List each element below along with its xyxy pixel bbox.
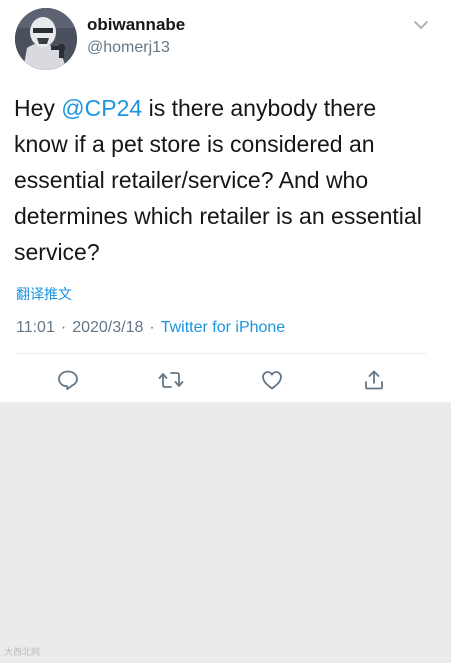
- tweet-metadata: 11:01 · 2020/3/18 · Twitter for iPhone: [16, 319, 285, 337]
- tweet-text: Hey @CP24 is there anybody there know if…: [14, 90, 434, 270]
- stormtrooper-avatar-image: [15, 8, 77, 70]
- retweet-icon: [158, 372, 184, 388]
- user-handle[interactable]: @homerj13: [87, 39, 170, 57]
- avatar[interactable]: [15, 8, 77, 70]
- tweet-text-start: Hey: [14, 95, 62, 121]
- chevron-down-icon[interactable]: [412, 18, 430, 32]
- tweet-card: obiwannabe @homerj13 Hey @CP24 is there …: [0, 0, 451, 402]
- separator-dot: ·: [60, 319, 67, 336]
- share-button[interactable]: [360, 367, 388, 393]
- reply-button[interactable]: [54, 367, 82, 393]
- display-name[interactable]: obiwannabe: [87, 15, 185, 35]
- like-icon: [262, 371, 282, 390]
- retweet-button[interactable]: [157, 367, 185, 393]
- like-button[interactable]: [258, 367, 286, 393]
- divider: [16, 353, 426, 354]
- separator-dot: ·: [149, 319, 155, 336]
- tweet-time: 11:01: [16, 319, 55, 336]
- tweet-source-link[interactable]: Twitter for iPhone: [161, 319, 286, 336]
- tweet-date: 2020/3/18: [72, 319, 144, 336]
- mention-link[interactable]: @CP24: [61, 95, 142, 121]
- share-icon: [365, 370, 383, 390]
- translate-tweet-link[interactable]: 翻译推文: [16, 284, 72, 304]
- reply-icon: [58, 370, 78, 391]
- watermark-text: 大西北网: [4, 648, 41, 658]
- watermark: 大西北网: [4, 645, 40, 658]
